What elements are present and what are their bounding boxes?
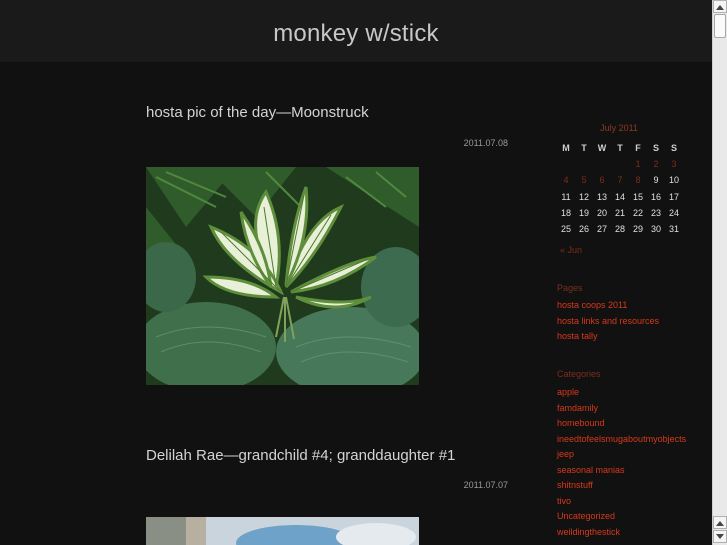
weekday-header: W: [597, 143, 607, 153]
calendar-day: 13: [596, 191, 607, 202]
hosta-photo-image: [146, 167, 419, 385]
calendar-day: 26: [578, 224, 589, 235]
weekday-header: T: [617, 143, 623, 153]
calendar-caption: July 2011: [600, 123, 638, 133]
category-item: famdamily: [557, 401, 686, 417]
post-title[interactable]: Delilah Rae—grandchild #4; granddaughter…: [146, 447, 455, 464]
calendar-day: 6: [599, 175, 605, 186]
calendar-day: 18: [560, 208, 571, 219]
category-link[interactable]: famdamily: [557, 403, 598, 413]
calendar-day: 27: [596, 224, 607, 235]
post-title[interactable]: hosta pic of the day—Moonstruck: [146, 104, 369, 121]
calendar-day: 9: [653, 175, 659, 186]
vertical-scrollbar[interactable]: [712, 0, 727, 545]
category-link[interactable]: ineedtofeelsmugaboutmyobjects: [557, 434, 686, 444]
calendar-day: 4: [563, 175, 569, 186]
scroll-up-button-lower[interactable]: [713, 516, 727, 529]
site-title[interactable]: monkey w/stick: [0, 20, 712, 48]
pages-list: hosta coops 2011 hosta links and resourc…: [557, 298, 659, 345]
page-link[interactable]: hosta links and resources: [557, 316, 659, 326]
calendar-day: 25: [560, 224, 571, 235]
pages-list-item: hosta coops 2011: [557, 298, 659, 314]
hosta-photo[interactable]: [146, 167, 419, 385]
category-item: apple: [557, 385, 686, 401]
categories-list: apple famdamily homebound ineedtofeelsmu…: [557, 385, 686, 540]
scroll-up-button[interactable]: [713, 0, 727, 13]
calendar-prev-month-link[interactable]: « Jun: [560, 245, 582, 255]
calendar-day: 5: [581, 175, 587, 186]
scroll-thumb[interactable]: [714, 14, 726, 38]
calendar-day: 20: [596, 208, 607, 219]
calendar-day: 23: [650, 208, 661, 219]
category-link[interactable]: weildingthestick: [557, 527, 620, 537]
calendar-day: 22: [632, 208, 643, 219]
arrow-up-icon: [716, 520, 724, 526]
calendar-day: [593, 156, 611, 172]
calendar-day: 24: [668, 208, 679, 219]
category-item: homebound: [557, 416, 686, 432]
calendar-day: 8: [635, 175, 641, 186]
calendar-day: 16: [650, 191, 661, 202]
calendar-day: 7: [617, 175, 623, 186]
calendar-day: 28: [614, 224, 625, 235]
category-item: jeep: [557, 447, 686, 463]
page-link[interactable]: hosta coops 2011: [557, 300, 627, 310]
weekday-header: S: [670, 143, 677, 153]
calendar-day: 19: [578, 208, 589, 219]
calendar-day: 11: [561, 191, 571, 202]
post-date: 2011.07.08: [463, 138, 508, 148]
post-date: 2011.07.07: [463, 480, 508, 490]
calendar-day: 2: [653, 159, 659, 170]
calendar-day: 30: [650, 224, 661, 235]
calendar-day: 12: [578, 191, 589, 202]
page: monkey w/stick hosta pic of the day—Moon…: [0, 0, 712, 545]
baby-photo[interactable]: [146, 517, 419, 545]
category-item: ineedtofeelsmugaboutmyobjects: [557, 432, 686, 448]
category-link[interactable]: tivo: [557, 496, 571, 506]
calendar-day: 17: [668, 191, 679, 202]
category-link[interactable]: shitnstuff: [557, 480, 593, 490]
calendar-day: [557, 156, 575, 172]
calendar-day: 10: [668, 175, 679, 186]
calendar-day: [611, 156, 629, 172]
weekday-header: F: [635, 143, 641, 153]
pages-widget-title: Pages: [557, 283, 583, 293]
arrow-up-icon: [716, 4, 724, 10]
pages-list-item: hosta tally: [557, 329, 659, 345]
calendar-day: 3: [671, 159, 677, 170]
category-link[interactable]: apple: [557, 387, 579, 397]
category-item: Uncategorized: [557, 509, 686, 525]
category-link[interactable]: Uncategorized: [557, 511, 615, 521]
scroll-down-button[interactable]: [713, 530, 727, 543]
category-item: tivo: [557, 494, 686, 510]
category-item: shitnstuff: [557, 478, 686, 494]
category-item: weildingthestick: [557, 525, 686, 541]
calendar-day: 1: [635, 159, 641, 170]
categories-widget-title: Categories: [557, 369, 601, 379]
weekday-header: M: [562, 143, 570, 153]
calendar-day: 31: [668, 224, 679, 235]
pages-list-item: hosta links and resources: [557, 314, 659, 330]
arrow-down-icon: [716, 533, 724, 539]
calendar-day: 29: [632, 224, 643, 235]
calendar-day: 15: [632, 191, 643, 202]
baby-photo-image: [146, 517, 419, 545]
calendar: M T W T F S S 1 2 3 4 5 6 7 8 9 10 11 12…: [557, 140, 683, 237]
calendar-day: 14: [614, 191, 625, 202]
category-link[interactable]: homebound: [557, 418, 605, 428]
category-item: seasonal manias: [557, 463, 686, 479]
calendar-day: 21: [614, 208, 625, 219]
weekday-header: T: [581, 143, 587, 153]
category-link[interactable]: jeep: [557, 449, 574, 459]
page-link[interactable]: hosta tally: [557, 331, 598, 341]
calendar-day: [575, 156, 593, 172]
category-link[interactable]: seasonal manias: [557, 465, 625, 475]
weekday-header: S: [652, 143, 659, 153]
